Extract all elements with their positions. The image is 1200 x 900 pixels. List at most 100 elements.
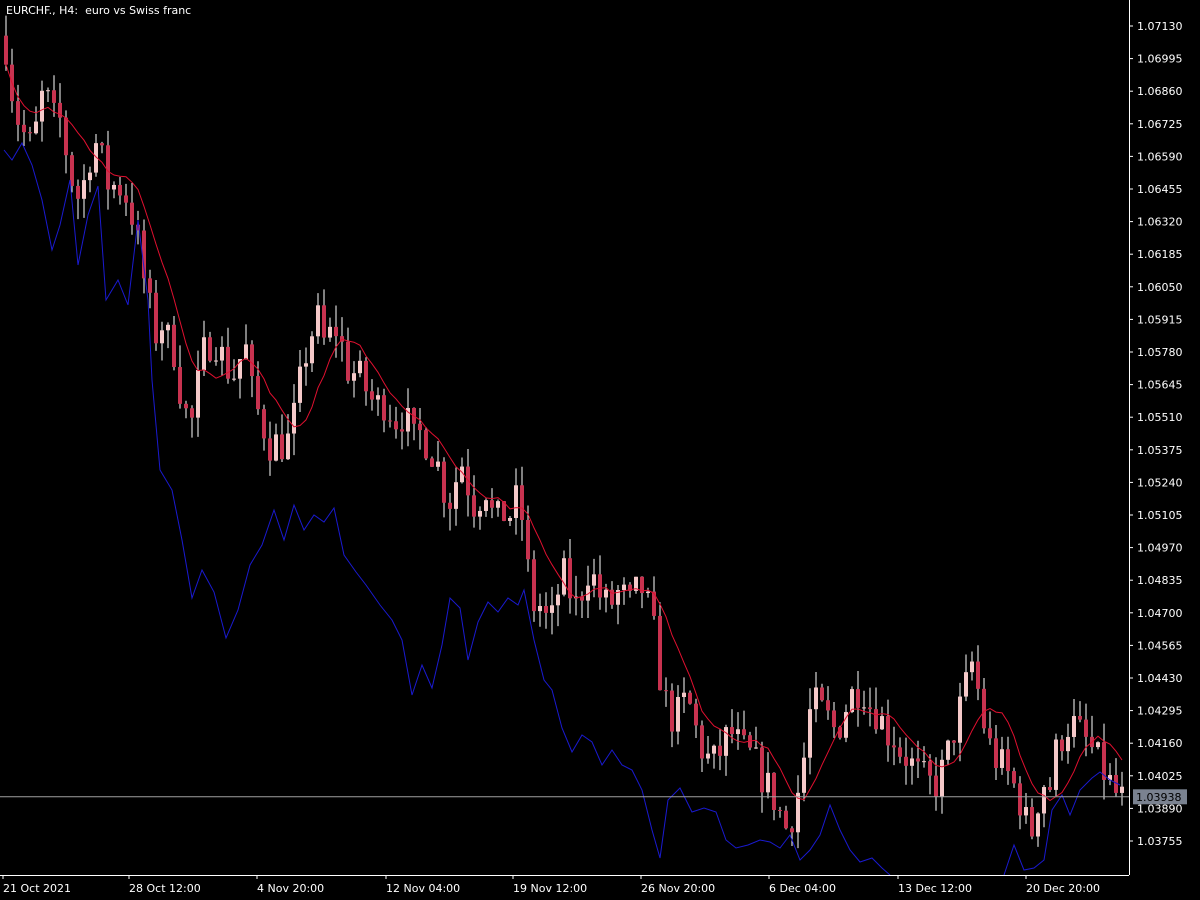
candle-body <box>148 278 152 293</box>
candle-body <box>982 688 986 729</box>
x-tick-label: 13 Dec 12:00 <box>898 882 972 895</box>
candle-body <box>676 697 680 732</box>
candle-body <box>1060 739 1064 752</box>
candle-body <box>820 687 824 701</box>
candle-body <box>262 409 266 439</box>
candle-body <box>286 433 290 460</box>
candle-body <box>694 703 698 726</box>
candle-body <box>970 661 974 673</box>
candle-body <box>316 305 320 337</box>
candle-body <box>46 90 50 92</box>
candle-body <box>826 700 830 711</box>
candle-body <box>472 495 476 517</box>
candle-body <box>232 378 236 380</box>
candle-body <box>202 337 206 371</box>
chart-background <box>0 0 1200 900</box>
candle-body <box>934 775 938 797</box>
candle-body <box>742 729 746 736</box>
y-tick-label: 1.05510 <box>1137 411 1183 424</box>
candle-body <box>376 395 380 400</box>
candle-body <box>706 753 710 759</box>
candle-body <box>454 482 458 509</box>
y-tick-label: 1.05375 <box>1137 444 1183 457</box>
candle-body <box>172 324 176 368</box>
y-tick-label: 1.04700 <box>1137 607 1183 620</box>
symbol-description: euro vs Swiss franc <box>85 4 192 17</box>
candle-body <box>430 458 434 467</box>
candle-body <box>952 740 956 743</box>
candle-body <box>88 172 92 181</box>
candle-body <box>646 591 650 594</box>
y-tick-label: 1.05240 <box>1137 476 1183 489</box>
y-tick-label: 1.06050 <box>1137 281 1183 294</box>
candle-body <box>82 180 86 199</box>
y-tick-label: 1.03890 <box>1137 802 1183 815</box>
candle-body <box>772 772 776 810</box>
candle-body <box>904 756 908 766</box>
candle-body <box>442 461 446 503</box>
candle-body <box>862 707 866 709</box>
price-chart[interactable]: 1.07130 1.06995 1.06860 1.06725 1.06590 1.064… <box>0 0 1200 900</box>
candle-body <box>940 759 944 797</box>
candle-body <box>880 716 884 730</box>
candle-body <box>484 500 488 511</box>
candle-body <box>418 423 422 431</box>
candle-body <box>700 725 704 759</box>
current-price-label: 1.03938 <box>1136 791 1182 804</box>
candle-body <box>1012 771 1016 784</box>
candle-body <box>76 185 80 199</box>
candle-body <box>898 747 902 757</box>
candle-body <box>388 420 392 422</box>
y-tick-label: 1.05780 <box>1137 346 1183 359</box>
candle-body <box>592 574 596 586</box>
y-tick-label: 1.04970 <box>1137 542 1183 555</box>
y-tick-label: 1.06725 <box>1137 118 1183 131</box>
candle-body <box>514 485 518 518</box>
candle-body <box>490 500 494 508</box>
candle-body <box>16 101 20 125</box>
candle-body <box>526 519 530 560</box>
candle-body <box>256 376 260 410</box>
candle-body <box>946 740 950 760</box>
candle-body <box>298 366 302 403</box>
candle-body <box>178 367 182 404</box>
x-tick-label: 6 Dec 04:00 <box>769 882 836 895</box>
candle-body <box>916 758 920 762</box>
candle-body <box>328 326 332 338</box>
candle-body <box>4 35 8 65</box>
candle-body <box>1042 787 1046 814</box>
timeframe-label: H4: <box>59 4 79 17</box>
candle-body <box>346 341 350 381</box>
candle-body <box>718 745 722 756</box>
candle-body <box>424 430 428 459</box>
candle-body <box>352 373 356 381</box>
candle-body <box>802 757 806 793</box>
candle-body <box>106 145 110 190</box>
candle-body <box>784 810 788 829</box>
candle-body <box>250 344 254 377</box>
candle-body <box>1000 749 1004 768</box>
candle-body <box>364 360 368 392</box>
candle-body <box>1120 786 1124 793</box>
candle-body <box>670 690 674 732</box>
x-tick-label: 20 Dec 20:00 <box>1026 882 1100 895</box>
candle-body <box>994 738 998 768</box>
candle-body <box>664 690 668 692</box>
candle-body <box>22 124 26 133</box>
candle-body <box>1096 742 1100 748</box>
candle-body <box>52 90 56 103</box>
candle-body <box>550 605 554 613</box>
candle-body <box>922 761 926 763</box>
candle-body <box>1048 787 1052 790</box>
candle-body <box>112 184 116 190</box>
candle-body <box>220 346 224 361</box>
candle-body <box>190 408 194 418</box>
x-tick-label: 12 Nov 04:00 <box>386 882 460 895</box>
candle-body <box>292 402 296 434</box>
candle-body <box>1054 739 1058 790</box>
candle-body <box>808 709 812 758</box>
candle-body <box>1078 716 1082 720</box>
candle-body <box>1018 783 1022 816</box>
candle-body <box>34 121 38 134</box>
y-tick-label: 1.06590 <box>1137 150 1183 163</box>
